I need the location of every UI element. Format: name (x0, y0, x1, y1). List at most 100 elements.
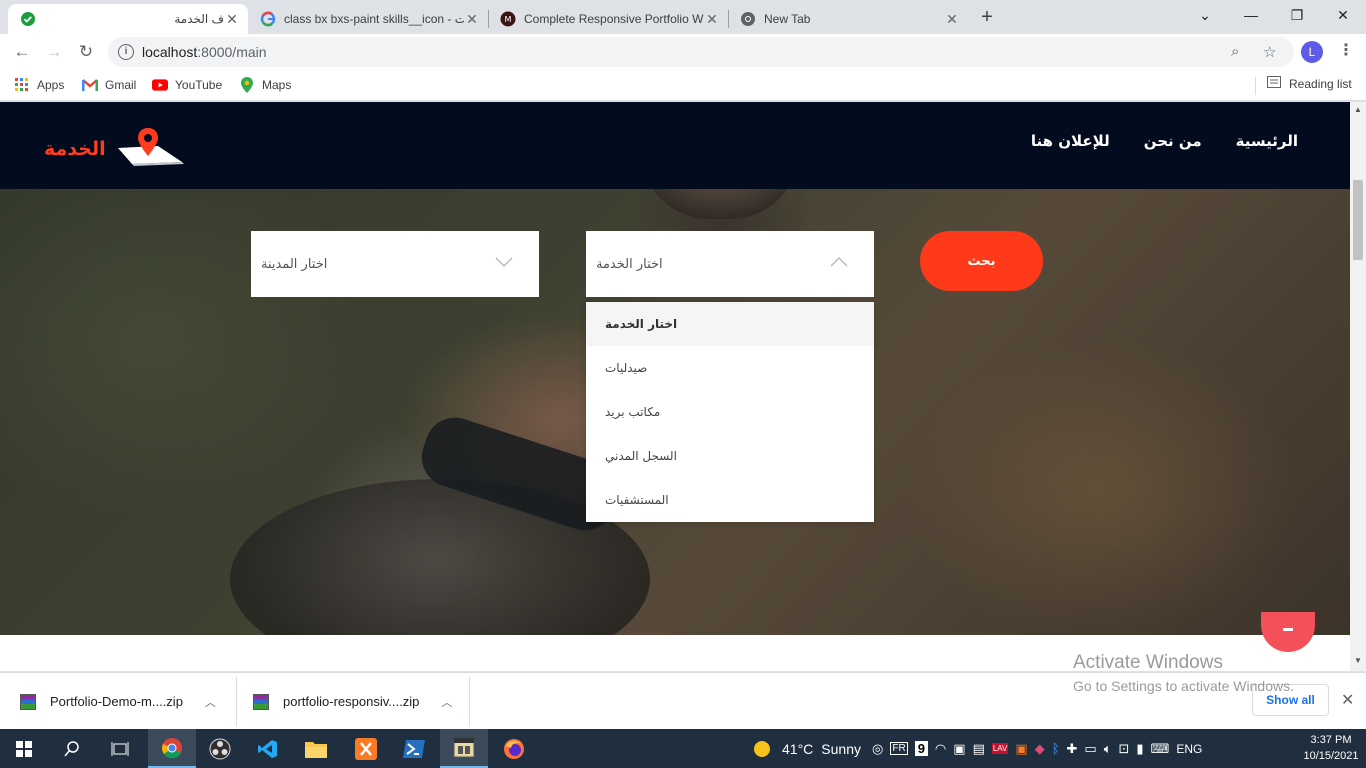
search-icon[interactable] (48, 729, 96, 768)
close-shelf-icon[interactable]: ✕ (1341, 690, 1354, 710)
battery-icon[interactable]: ▭ (1084, 741, 1096, 757)
restore-icon[interactable]: ❐ (1274, 0, 1320, 30)
tray-security-icon[interactable]: ✚ (1067, 741, 1078, 757)
tab-portfolio[interactable]: M Complete Responsive Portfolio W ✕ (488, 4, 728, 34)
bookmark-maps[interactable]: Maps (239, 76, 291, 94)
windows-taskbar: 41°C Sunny ◎ FR 9 ◠ ▣ ▤ LAV ▣ ◆ ᛒ ✚ ▭ 🔈︎… (0, 729, 1366, 768)
download-filename: portfolio-responsiv....zip (283, 694, 420, 709)
show-all-downloads-button[interactable]: Show all (1252, 684, 1329, 716)
language-indicator[interactable]: ENG (1176, 742, 1202, 756)
network-icon[interactable]: ⊡ (1119, 741, 1130, 757)
tab-new-tab[interactable]: New Tab ✕ (728, 4, 968, 34)
nav-home[interactable]: الرئيسية (1236, 132, 1298, 150)
bluetooth-icon[interactable]: ᛒ (1052, 741, 1060, 756)
tray-app-icon[interactable]: FR (890, 742, 908, 755)
check-circle-icon (20, 11, 36, 27)
obs-tray-icon[interactable]: ◎ (872, 741, 883, 757)
system-tray: ◎ FR 9 ◠ ▣ ▤ LAV ▣ ◆ ᛒ ✚ ▭ 🔈︎ ⊡ ▮ ⌨ ENG (872, 729, 1202, 768)
page-viewport: الخدمة الرئيسية من نحن للإعلان هنا اختار… (0, 102, 1350, 671)
url-text[interactable]: localhost:8000/main (142, 44, 267, 60)
tab-active[interactable]: ف الخدمة ✕ (8, 4, 248, 34)
windows-start-icon[interactable] (0, 729, 48, 768)
obs-icon[interactable] (196, 729, 244, 768)
xampp-tray-icon[interactable]: ▣ (1015, 741, 1027, 757)
reading-list-button[interactable]: Reading list (1267, 76, 1352, 91)
bookmark-youtube[interactable]: YouTube (152, 76, 222, 94)
vscode-icon[interactable] (244, 729, 292, 768)
nav-advertise[interactable]: للإعلان هنا (1031, 132, 1110, 150)
new-tab-plus-icon[interactable]: + (976, 7, 998, 29)
tab-search-chevron-icon[interactable]: ⌄ (1182, 0, 1228, 30)
tray-badge[interactable]: 9 (914, 741, 928, 756)
scroll-down-arrow-icon[interactable]: ▼ (1354, 656, 1362, 665)
chevron-down-icon (495, 257, 513, 268)
site-logo[interactable]: الخدمة (40, 126, 186, 170)
download-shelf: Portfolio-Demo-m....zip ︿ portfolio-resp… (0, 672, 1366, 729)
tab-google[interactable]: class bx bxs-paint skills__icon - ت ✕ (248, 4, 488, 34)
tab-close-icon[interactable]: ✕ (224, 11, 240, 28)
tab-close-icon[interactable]: ✕ (704, 11, 720, 28)
scroll-up-arrow-icon[interactable]: ▲ (1354, 105, 1362, 114)
service-select[interactable]: اختار الخدمة (586, 231, 874, 297)
menu-kebab-icon[interactable]: ⋮ (1338, 40, 1354, 60)
bookmarks-bar: Apps Gmail YouTube Maps Reading list (0, 70, 1366, 101)
service-option[interactable]: صيدليات (586, 346, 874, 390)
chrome-taskbar-icon[interactable] (148, 729, 196, 768)
service-option[interactable]: المستشفيات (586, 478, 874, 522)
reload-icon[interactable]: ↻ (74, 40, 98, 64)
service-option[interactable]: السجل المدني (586, 434, 874, 478)
reading-list-label: Reading list (1289, 76, 1352, 91)
tray-display-icon[interactable]: ▤ (973, 741, 985, 757)
antivirus-icon[interactable]: LAV (991, 743, 1009, 754)
download-filename: Portfolio-Demo-m....zip (50, 694, 183, 709)
download-item[interactable]: Portfolio-Demo-m....zip ︿ (0, 673, 236, 730)
volume-icon[interactable]: 🔈︎ (1104, 741, 1112, 757)
powershell-icon[interactable] (390, 729, 438, 768)
file-explorer-icon[interactable] (292, 729, 340, 768)
microphone-icon[interactable]: ▮ (1136, 741, 1143, 757)
tab-close-icon[interactable]: ✕ (464, 11, 480, 28)
media-app-icon[interactable] (440, 729, 488, 768)
bookmark-label: Maps (262, 78, 292, 92)
address-bar[interactable]: i localhost:8000/main ⌕ ☆ (108, 37, 1294, 67)
bookmark-apps[interactable]: Apps (14, 76, 64, 94)
reading-list-icon (1267, 76, 1281, 91)
profile-avatar[interactable]: L (1301, 41, 1323, 63)
chevron-up-icon[interactable]: ︿ (205, 694, 216, 710)
tab-title: New Tab (764, 12, 811, 26)
scrollbar-thumb[interactable] (1353, 180, 1363, 260)
download-item[interactable]: portfolio-responsiv....zip ︿ (233, 673, 469, 730)
xampp-icon[interactable] (342, 729, 390, 768)
gmail-icon (82, 77, 98, 93)
nav-about[interactable]: من نحن (1144, 132, 1202, 150)
window-close-icon[interactable]: ✕ (1320, 0, 1366, 30)
service-option[interactable]: اختار الخدمة (586, 302, 874, 346)
zoom-icon[interactable]: ⌕ (1231, 43, 1239, 60)
bookmark-gmail[interactable]: Gmail (82, 76, 136, 94)
minimize-icon[interactable]: — (1228, 0, 1274, 30)
service-dropdown-list: اختار الخدمة صيدليات مكاتب بريد السجل ال… (586, 302, 874, 522)
firefox-icon[interactable] (490, 729, 538, 768)
weather-widget[interactable]: 41°C Sunny (752, 729, 861, 768)
tray-app-color-icon[interactable]: ◆ (1035, 741, 1045, 757)
keyboard-icon[interactable]: ⌨ (1151, 741, 1170, 757)
city-select[interactable]: اختار المدينة (251, 231, 539, 297)
chevron-up-icon[interactable]: ︿ (441, 694, 452, 710)
service-option[interactable]: مكاتب بريد (586, 390, 874, 434)
bookmark-label: Apps (37, 78, 65, 92)
search-button[interactable]: بحث (920, 231, 1043, 291)
tab-title: Complete Responsive Portfolio W (524, 12, 704, 26)
tab-close-icon[interactable]: ✕ (944, 11, 960, 28)
back-arrow-icon[interactable]: ← (10, 40, 34, 64)
tab-strip: ف الخدمة ✕ class bx bxs-paint skills__ic… (0, 0, 1366, 34)
tray-monitor-icon[interactable]: ▣ (953, 741, 965, 757)
task-view-icon[interactable] (96, 729, 144, 768)
site-info-icon[interactable]: i (118, 44, 134, 60)
archive-file-icon (253, 693, 269, 710)
taskbar-clock[interactable]: 3:37 PM 10/15/2021 (1302, 732, 1360, 764)
wifi-icon[interactable]: ◠ (935, 741, 946, 757)
forward-arrow-icon[interactable]: → (42, 40, 66, 64)
sun-icon (754, 740, 770, 757)
page-scrollbar[interactable]: ▲ ▼ (1350, 102, 1366, 671)
bookmark-star-icon[interactable]: ☆ (1263, 43, 1276, 61)
